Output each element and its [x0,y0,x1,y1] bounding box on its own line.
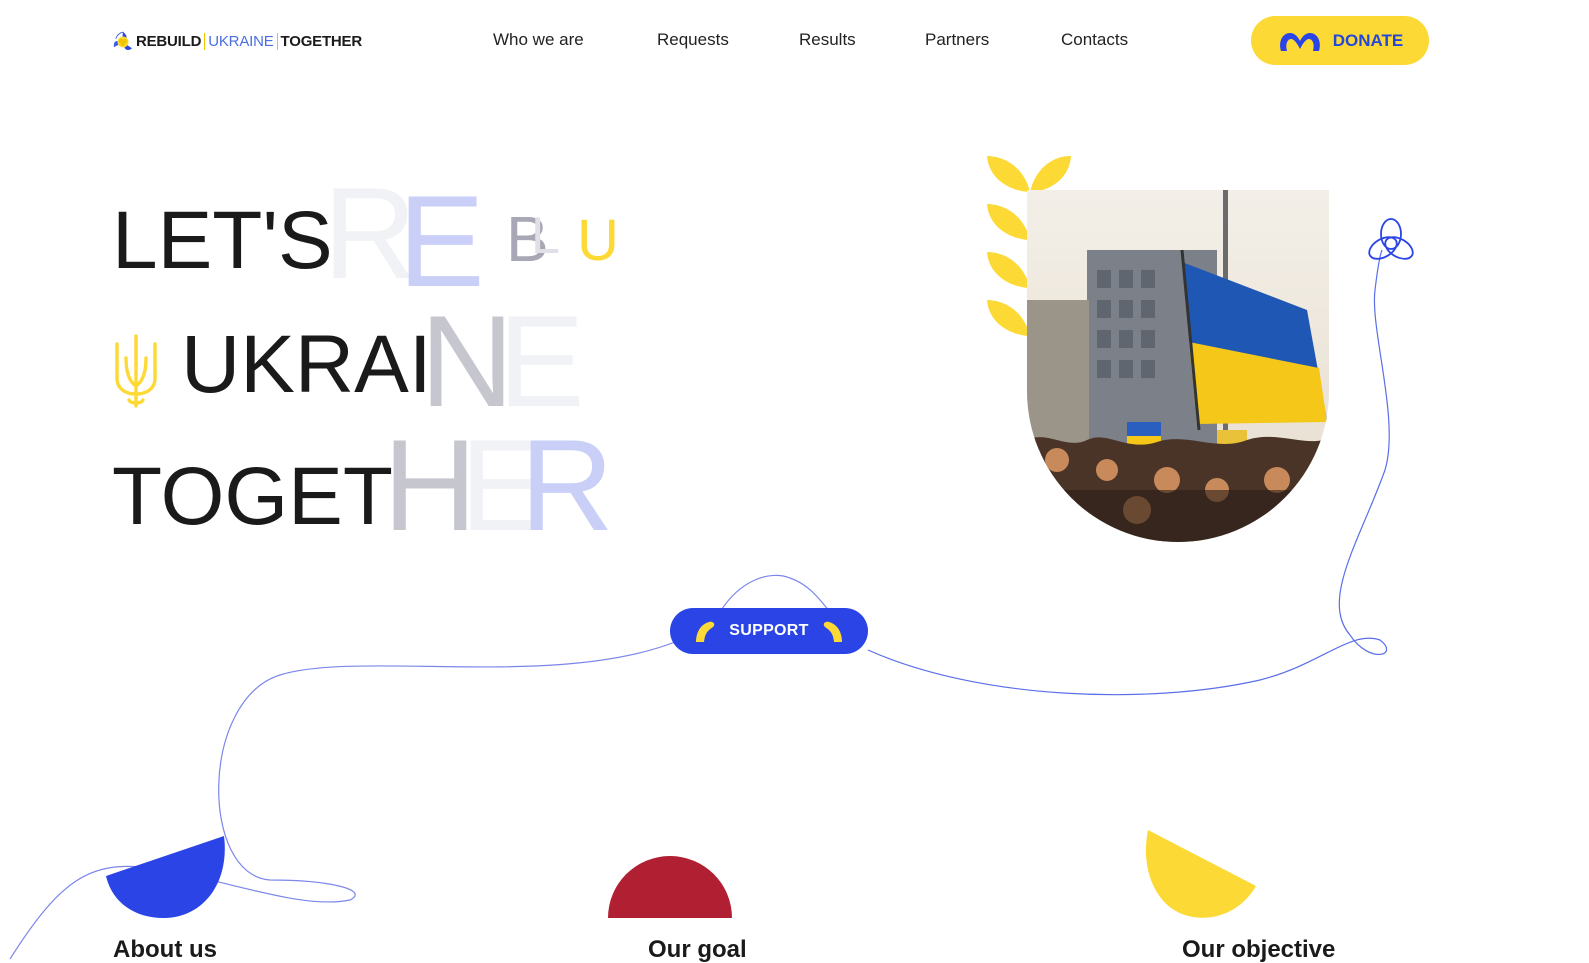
hero-line-2: UKRAI [181,319,432,410]
logo-word-together: TOGETHER [280,32,363,50]
logo-text: REBUILD UKRAINE TOGETHER [135,32,363,50]
nav-partners[interactable]: Partners [925,30,989,50]
hero-line-1: LET'S [112,195,333,286]
rebuild-ukraine-logo-icon [113,31,133,50]
our-goal-shape [608,856,732,918]
nav-requests[interactable]: Requests [657,30,729,50]
ghost-letter-u: U [577,208,619,273]
knot-icon [1368,218,1414,260]
hero-photo [1027,190,1329,542]
site-logo[interactable]: REBUILD UKRAINE TOGETHER [112,8,362,74]
support-button[interactable]: SUPPORT [670,608,868,654]
ukraine-trident-icon [113,334,159,413]
section-our-goal-title[interactable]: Our goal [648,938,747,962]
nav-contacts[interactable]: Contacts [1061,30,1128,50]
section-about-us-title[interactable]: About us [113,938,217,962]
ghost-letter-e: E [398,168,485,314]
section-our-objective-title[interactable]: Our objective [1182,938,1335,962]
donate-button[interactable]: DONATE [1251,16,1429,65]
nav-who-we-are[interactable]: Who we are [493,30,584,50]
nav-results[interactable]: Results [799,30,856,50]
hand-left-icon [696,621,715,642]
donate-label: DONATE [1332,30,1404,50]
support-label: SUPPORT [729,622,809,639]
ghost-letter-r2: R [520,412,614,558]
hand-right-icon [823,621,842,642]
logo-word-ukraine: UKRAINE [204,32,278,50]
about-us-shape [106,836,225,918]
heart-hands-icon [1279,32,1320,51]
hero-line-3: TOGET [112,451,393,542]
ghost-letter-e2: E [498,288,585,434]
our-objective-shape [1145,830,1256,918]
ghost-letter-l: L [531,207,560,265]
logo-word-rebuild: REBUILD [135,32,202,50]
